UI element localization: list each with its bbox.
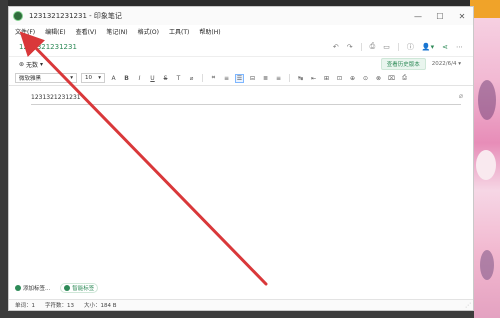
font-family-select[interactable]: 微软雅黑 ▾ xyxy=(15,73,77,83)
notebook-label: 无数 xyxy=(26,61,39,69)
status-bar: 单词：1 字符数：13 大小：184 B ⋰ xyxy=(9,299,473,310)
note-title[interactable]: 1231321231231 xyxy=(19,43,77,51)
align-button[interactable]: ⊟ xyxy=(248,75,257,82)
table-button[interactable]: ⊞ xyxy=(322,75,331,82)
note-title-row: 1231321231231 ↶ ↷ ⎙ ▭ ⓘ 👤▾ ⋖ ⋯ xyxy=(9,37,473,57)
format-toolbar: 微软雅黑 ▾ 10 ▾ A B I U S T ⌀ ⌗ ≡ ☰ ⊟ ≣ ≡ ↹ ⇤ … xyxy=(9,71,473,86)
link-button[interactable]: ⊕ xyxy=(348,75,357,82)
history-date-select[interactable]: 2022/6/4 ▾ xyxy=(432,61,461,67)
menu-view[interactable]: 查看(V) xyxy=(76,27,97,36)
desktop-bottom-edge xyxy=(0,310,474,318)
quote-button[interactable]: ⊡ xyxy=(335,75,344,82)
desktop-left-edge xyxy=(0,0,8,318)
italic-button[interactable]: I xyxy=(135,75,144,82)
paperclip-icon[interactable]: ⌀ xyxy=(459,92,463,100)
chevron-down-icon: ▾ xyxy=(70,75,73,81)
desktop-wallpaper xyxy=(474,0,500,318)
record-button[interactable]: ⌧ xyxy=(387,75,396,82)
resize-grip-icon[interactable]: ⋰ xyxy=(465,302,471,309)
menu-file[interactable]: 文件(F) xyxy=(15,27,35,36)
numbered-list-button[interactable]: ≡ xyxy=(222,75,231,82)
chevron-down-icon: ▾ xyxy=(40,60,44,68)
present-icon[interactable]: ▭ xyxy=(383,43,390,51)
add-tag-label: 添加标签... xyxy=(23,286,51,292)
clear-format-button[interactable]: ⌀ xyxy=(187,75,196,82)
underline-button[interactable]: U xyxy=(148,75,157,82)
app-window: 1231321231231 - 印象笔记 — ☐ ✕ 文件(F) 编辑(E) 查… xyxy=(8,6,474,311)
smart-tag-icon xyxy=(64,285,71,291)
more-icon[interactable]: ⋯ xyxy=(456,43,463,51)
plus-icon xyxy=(15,285,21,291)
divider xyxy=(360,42,362,51)
smart-tag-button[interactable]: 智能标签 xyxy=(60,283,99,293)
redo-icon[interactable]: ↷ xyxy=(347,43,353,51)
attachment-button[interactable]: ⊗ xyxy=(374,75,383,82)
divider xyxy=(202,74,203,82)
window-title: 1231321231231 - 印象笔记 xyxy=(29,12,122,20)
menu-tools[interactable]: 工具(T) xyxy=(169,27,189,36)
divider xyxy=(289,74,290,82)
divider xyxy=(397,42,399,51)
note-editor[interactable]: 1231321231231 ⌀ xyxy=(9,86,473,281)
notebook-icon: ⊛ xyxy=(19,60,25,68)
menu-format[interactable]: 格式(O) xyxy=(138,27,159,36)
desktop-corner-accent xyxy=(470,0,500,18)
note-body-text[interactable]: 1231321231231 xyxy=(31,94,461,105)
notebook-selector[interactable]: ⊛ 无数 ▾ xyxy=(19,60,43,69)
strikethrough-button[interactable]: S xyxy=(161,75,170,82)
wallpaper-shape xyxy=(480,250,494,280)
outdent-button[interactable]: ≡ xyxy=(274,75,283,82)
minimize-button[interactable]: — xyxy=(407,7,429,25)
print-icon[interactable]: ⎙ xyxy=(370,42,376,51)
word-count: 单词：1 xyxy=(15,303,35,309)
view-history-button[interactable]: 查看历史版本 xyxy=(380,58,426,70)
font-size-select[interactable]: 10 ▾ xyxy=(81,73,105,83)
highlight-button[interactable]: T xyxy=(174,75,183,82)
bullet-list-button[interactable]: ⌗ xyxy=(209,74,218,82)
maximize-button[interactable]: ☐ xyxy=(429,7,451,25)
chevron-down-icon: ▾ xyxy=(98,75,101,81)
lock-button[interactable]: ⎙ xyxy=(400,74,409,82)
smart-tag-label: 智能标签 xyxy=(72,286,95,292)
encrypt-button[interactable]: ⊙ xyxy=(361,75,370,82)
code-block-button[interactable]: ⇤ xyxy=(309,75,318,82)
bold-button[interactable]: B xyxy=(122,75,131,82)
font-color-button[interactable]: A xyxy=(109,75,118,82)
menu-note[interactable]: 笔记(N) xyxy=(106,27,127,36)
wallpaper-shape xyxy=(478,80,496,120)
close-button[interactable]: ✕ xyxy=(451,7,473,25)
char-count: 字符数：13 xyxy=(45,303,74,309)
font-size-value: 10 xyxy=(85,75,92,81)
menu-help[interactable]: 帮助(H) xyxy=(199,27,220,36)
font-family-value: 微软雅黑 xyxy=(19,76,42,82)
indent-button[interactable]: ≣ xyxy=(261,75,270,82)
undo-icon[interactable]: ↶ xyxy=(333,43,339,51)
info-icon[interactable]: ⓘ xyxy=(407,42,414,52)
checklist-button[interactable]: ☰ xyxy=(235,73,244,83)
share-user-icon[interactable]: 👤▾ xyxy=(422,43,434,51)
add-tag-button[interactable]: 添加标签... xyxy=(15,283,50,293)
app-logo-icon xyxy=(13,11,23,21)
menu-edit[interactable]: 编辑(E) xyxy=(45,27,65,36)
tag-bar: 添加标签... 智能标签 xyxy=(15,283,99,293)
note-size: 大小：184 B xyxy=(84,303,117,309)
menu-bar: 文件(F) 编辑(E) 查看(V) 笔记(N) 格式(O) 工具(T) 帮助(H… xyxy=(9,25,473,37)
divider-line-button[interactable]: ↹ xyxy=(296,75,305,82)
share-icon[interactable]: ⋖ xyxy=(442,43,448,51)
title-bar[interactable]: 1231321231231 - 印象笔记 — ☐ ✕ xyxy=(9,7,473,25)
notebook-row: ⊛ 无数 ▾ 查看历史版本 2022/6/4 ▾ xyxy=(9,57,473,71)
wallpaper-shape xyxy=(476,150,496,180)
